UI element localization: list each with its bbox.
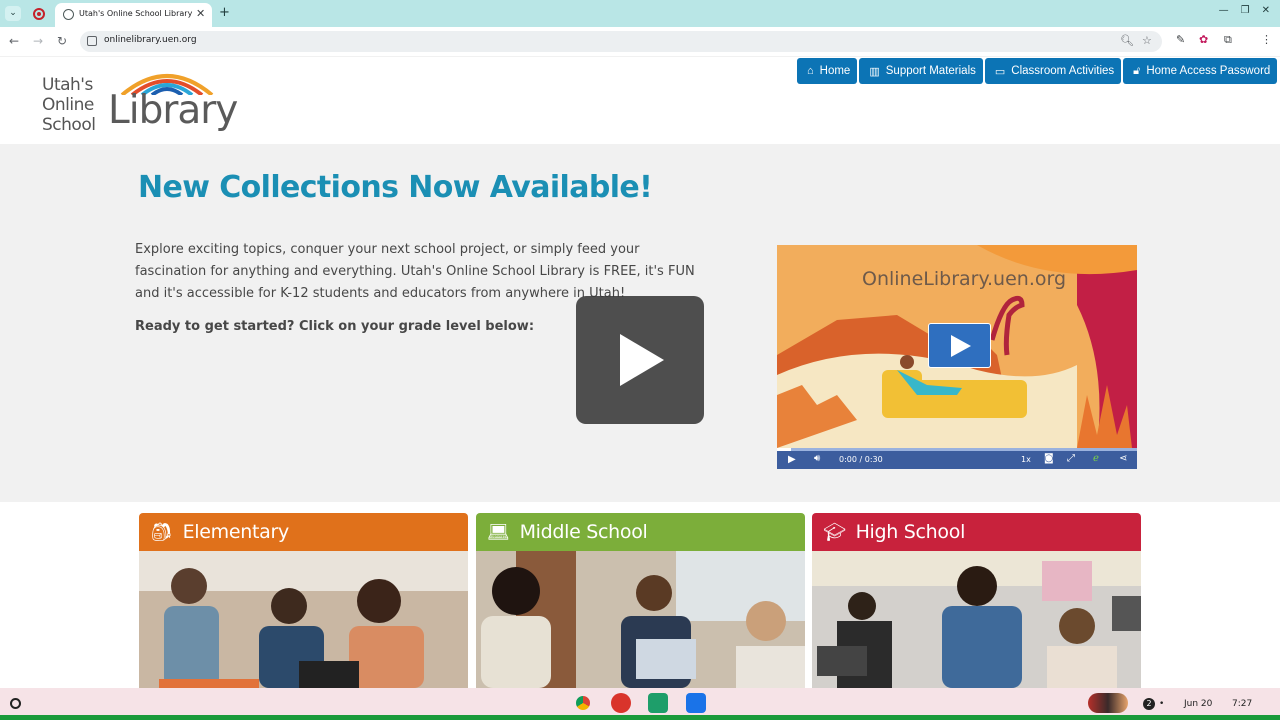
nav-support-materials-label: Support Materials	[885, 65, 976, 77]
globe-icon	[63, 9, 74, 20]
puzzle-extensions-icon[interactable]: ⧉	[1224, 33, 1232, 47]
classroom-icon: ▭	[994, 65, 1006, 78]
grade-card-high-school[interactable]: 🎓︎ High School	[812, 513, 1141, 688]
extension-icon[interactable]: ✿	[1199, 33, 1208, 46]
grade-card-middle-school[interactable]: 💻︎ Middle School	[476, 513, 805, 688]
graduation-cap-icon: 🎓︎	[823, 521, 846, 543]
elementary-photo	[139, 551, 468, 688]
middle-school-photo	[476, 551, 805, 688]
bookmark-star-icon[interactable]: ☆	[1142, 34, 1152, 47]
classroom-app-icon[interactable]	[648, 693, 668, 713]
grade-head-high-school: 🎓︎ High School	[812, 513, 1141, 551]
logo-line-1: Utah's	[42, 75, 93, 95]
video-progress-fill	[777, 448, 792, 451]
grade-head-middle-school: 💻︎ Middle School	[476, 513, 805, 551]
video-progress-bar[interactable]	[777, 448, 1137, 451]
books-icon: ▥	[869, 65, 880, 78]
grade-label-elementary: Elementary	[182, 521, 290, 543]
grade-card-elementary[interactable]: 🎒︎ Elementary	[139, 513, 468, 688]
nav-home-access-password[interactable]: 🔓︎ Home Access Password	[1123, 58, 1278, 84]
new-tab-button[interactable]: +	[219, 5, 230, 20]
volume-icon[interactable]: 🔊︎	[814, 453, 820, 464]
play-icon	[951, 335, 971, 357]
nav-classroom-activities[interactable]: ▭ Classroom Activities	[984, 58, 1122, 84]
site-info-icon[interactable]	[87, 36, 97, 46]
laptop-icon: 💻︎	[487, 521, 510, 543]
nav-classroom-activities-label: Classroom Activities	[1011, 65, 1115, 77]
home-icon: ⌂	[807, 65, 814, 77]
ed-logo-icon[interactable]: ℯ	[1093, 453, 1099, 464]
site-header: Utah's Online School Library ⌂ Home ▥ Su…	[0, 57, 1280, 144]
shelf-accent-bar	[0, 715, 1280, 720]
address-bar[interactable]: onlinelibrary.uen.org 🔍︎ ☆	[80, 31, 1162, 52]
backpack-icon: 🎒︎	[150, 521, 173, 543]
shelf-date[interactable]: Jun 20	[1184, 699, 1212, 709]
shelf-time[interactable]: 7:27	[1232, 699, 1252, 709]
files-app-icon[interactable]	[686, 693, 706, 713]
browser-tabstrip: ⌄ Utah's Online School Library ✕ + — ❐ ✕	[0, 0, 1280, 27]
tab-close-icon[interactable]: ✕	[196, 7, 205, 20]
play-icon[interactable]: ▶	[788, 454, 796, 465]
large-play-overlay-button[interactable]	[576, 296, 704, 424]
notification-count[interactable]: 2	[1143, 698, 1155, 710]
launcher-icon[interactable]	[10, 698, 21, 709]
video-controls: ▶ 🔊︎ 0:00 / 0:30 1x ◙ ⤢ ℯ ⋖	[777, 448, 1137, 469]
grade-label-high-school: High School	[855, 521, 966, 543]
nav-home[interactable]: ⌂ Home	[797, 58, 858, 84]
playback-speed[interactable]: 1x	[1021, 455, 1031, 464]
pen-extension-icon[interactable]: ✎	[1176, 33, 1185, 46]
zoom-icon[interactable]: 🔍︎	[1120, 34, 1134, 47]
logo-line-3: School	[42, 115, 96, 135]
logo-line-2: Online	[42, 95, 94, 115]
browser-toolbar: ← → ↻ onlinelibrary.uen.org 🔍︎ ☆	[0, 27, 1280, 56]
video-player[interactable]: OnlineLibrary.uen.org ▶ 🔊︎ 0:00 / 0:30 1…	[777, 245, 1137, 469]
nav-support-materials[interactable]: ▥ Support Materials	[859, 58, 983, 84]
close-window-icon[interactable]: ✕	[1262, 5, 1270, 16]
grade-head-elementary: 🎒︎ Elementary	[139, 513, 468, 551]
site-logo[interactable]: Utah's Online School Library	[42, 65, 252, 139]
tote-holding-space-icon[interactable]	[1088, 693, 1128, 713]
screen-record-icon[interactable]	[33, 8, 45, 20]
share-icon[interactable]: ⋖	[1119, 453, 1127, 464]
tab-title: Utah's Online School Library	[79, 9, 193, 18]
back-icon[interactable]: ←	[9, 34, 19, 48]
nav-home-access-password-label: Home Access Password	[1146, 65, 1271, 77]
window-controls: — ❐ ✕	[1219, 5, 1270, 16]
browser-tab[interactable]: Utah's Online School Library ✕	[55, 3, 212, 27]
more-menu-icon[interactable]: ⋮	[1261, 33, 1272, 46]
grade-level-section: 🎒︎ Elementary 💻︎ Middle School 🎓︎ High S…	[0, 502, 1280, 688]
forward-icon[interactable]: →	[33, 34, 43, 48]
tab-search-dropdown-icon[interactable]: ⌄	[5, 6, 21, 21]
high-school-photo	[812, 551, 1141, 688]
chrome-app-icon[interactable]	[573, 693, 593, 713]
fullscreen-icon[interactable]: ⤢	[1067, 453, 1075, 464]
video-thumbnail-title: OnlineLibrary.uen.org	[862, 268, 1066, 290]
url-text[interactable]: onlinelibrary.uen.org	[104, 35, 197, 45]
grade-label-middle-school: Middle School	[519, 521, 648, 543]
hero-call-to-action: Ready to get started? Click on your grad…	[135, 319, 535, 334]
reload-icon[interactable]: ↻	[57, 34, 67, 48]
nav-home-label: Home	[819, 65, 851, 77]
video-play-button[interactable]	[928, 323, 991, 368]
restore-icon[interactable]: ❐	[1241, 5, 1250, 16]
logo-library-text: Library	[108, 88, 238, 133]
notification-dot-icon: •	[1159, 699, 1165, 709]
minimize-icon[interactable]: —	[1219, 5, 1229, 16]
unlock-icon: 🔓︎	[1133, 64, 1141, 77]
video-time: 0:00 / 0:30	[839, 455, 883, 464]
screencast-app-icon[interactable]	[611, 693, 631, 713]
hero-heading: New Collections Now Available!	[138, 170, 653, 205]
screenshot-icon[interactable]: ◙	[1044, 453, 1054, 464]
top-navigation: ⌂ Home ▥ Support Materials ▭ Classroom A…	[797, 58, 1278, 84]
